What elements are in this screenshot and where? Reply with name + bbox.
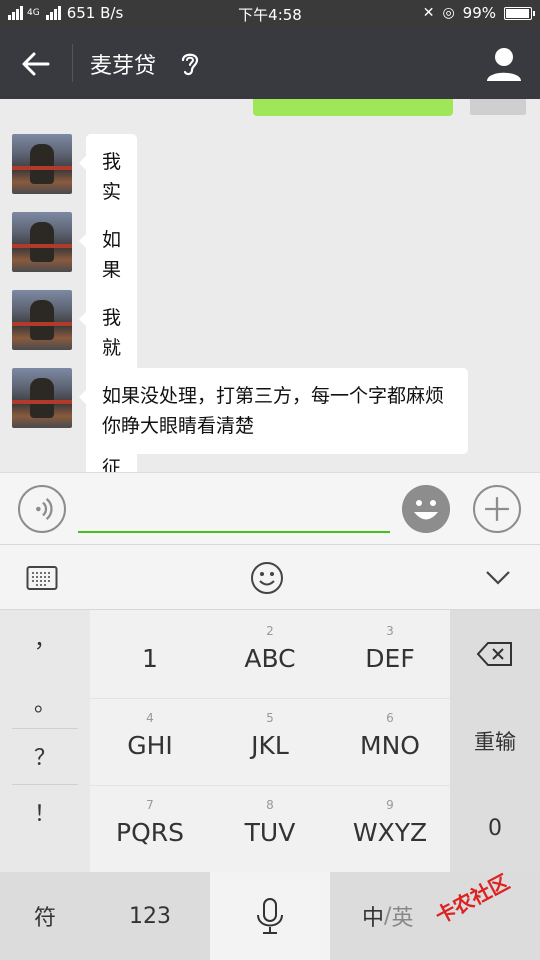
key-1[interactable]: 1 (90, 624, 210, 673)
backspace-icon[interactable] (476, 640, 514, 668)
punct-exclaim[interactable]: ！ (12, 796, 78, 828)
keyboard-toolbar (0, 544, 540, 610)
vibrate-icon: ✕ (422, 5, 435, 21)
key-8-tuv[interactable]: 8 TUV (210, 798, 330, 847)
message-bubble[interactable]: 如果没处理，打第三方，每一个字都麻烦你睁大眼睛看清楚 (79, 368, 468, 454)
more-plus-icon[interactable] (473, 485, 521, 533)
avatar[interactable] (12, 134, 72, 194)
title-divider (72, 44, 73, 82)
lang-separator: / (384, 903, 392, 929)
alarm-icon: ◎ (442, 5, 455, 21)
reinput-key[interactable]: 重输 (450, 726, 540, 756)
input-bar (0, 472, 540, 544)
punct-comma[interactable]: ， (12, 622, 78, 654)
key-2-abc[interactable]: 2 ABC (210, 624, 330, 673)
key-9-wxyz[interactable]: 9 WXYZ (330, 798, 450, 847)
avatar[interactable] (12, 368, 72, 428)
key-7-pqrs[interactable]: 7 PQRS (90, 798, 210, 847)
sent-bubble-partial (253, 99, 453, 116)
key-row-divider (90, 698, 450, 699)
voice-input-icon[interactable] (18, 485, 66, 533)
chat-info-icon[interactable] (484, 44, 524, 84)
voice-key[interactable] (210, 872, 330, 960)
status-time: 下午4:58 (238, 6, 302, 24)
avatar[interactable] (12, 290, 72, 350)
emoji-panel-icon[interactable] (250, 561, 284, 595)
key-3-def[interactable]: 3 DEF (330, 624, 450, 673)
lang-zh: 中 (362, 906, 385, 931)
back-arrow-icon[interactable] (18, 46, 54, 82)
key-6-mno[interactable]: 6 MNO (330, 711, 450, 760)
punct-separator (12, 784, 78, 785)
chat-area[interactable]: 我实话给你说 如果我下班之前没解决 我就给你上征信 如果没处理，打第三方，每一个… (0, 99, 540, 472)
lang-en: 英 (391, 906, 414, 931)
self-avatar[interactable] (470, 99, 526, 115)
key-row-divider (90, 785, 450, 786)
earpiece-mode-icon (181, 53, 199, 76)
keyboard-switch-icon[interactable] (26, 565, 58, 591)
avatar[interactable] (12, 212, 72, 272)
battery-percent: 99% (462, 4, 496, 22)
chat-title: 麦芽贷 (90, 54, 157, 79)
emoji-icon[interactable] (402, 485, 450, 533)
message-input[interactable] (78, 483, 390, 533)
status-bar: 4G 651 B/s 下午4:58 ✕ ◎ 99% (0, 0, 540, 28)
title-bar: 麦芽贷 (0, 28, 540, 99)
punct-period[interactable]: 。 (12, 686, 78, 718)
key-4-ghi[interactable]: 4 GHI (90, 711, 210, 760)
microphone-icon (257, 898, 283, 934)
symbol-key[interactable]: 符 (0, 872, 90, 960)
number-mode-key[interactable]: 123 (90, 872, 210, 960)
punctuation-column: ， 。 ？ ！ (0, 610, 90, 872)
punct-question[interactable]: ？ (12, 740, 78, 772)
function-column: 重输 0 (450, 610, 540, 872)
punct-separator (12, 728, 78, 729)
battery-icon (504, 6, 535, 20)
key-5-jkl[interactable]: 5 JKL (210, 711, 330, 760)
key-0[interactable]: 0 (450, 816, 540, 841)
chevron-down-icon[interactable] (484, 567, 512, 587)
